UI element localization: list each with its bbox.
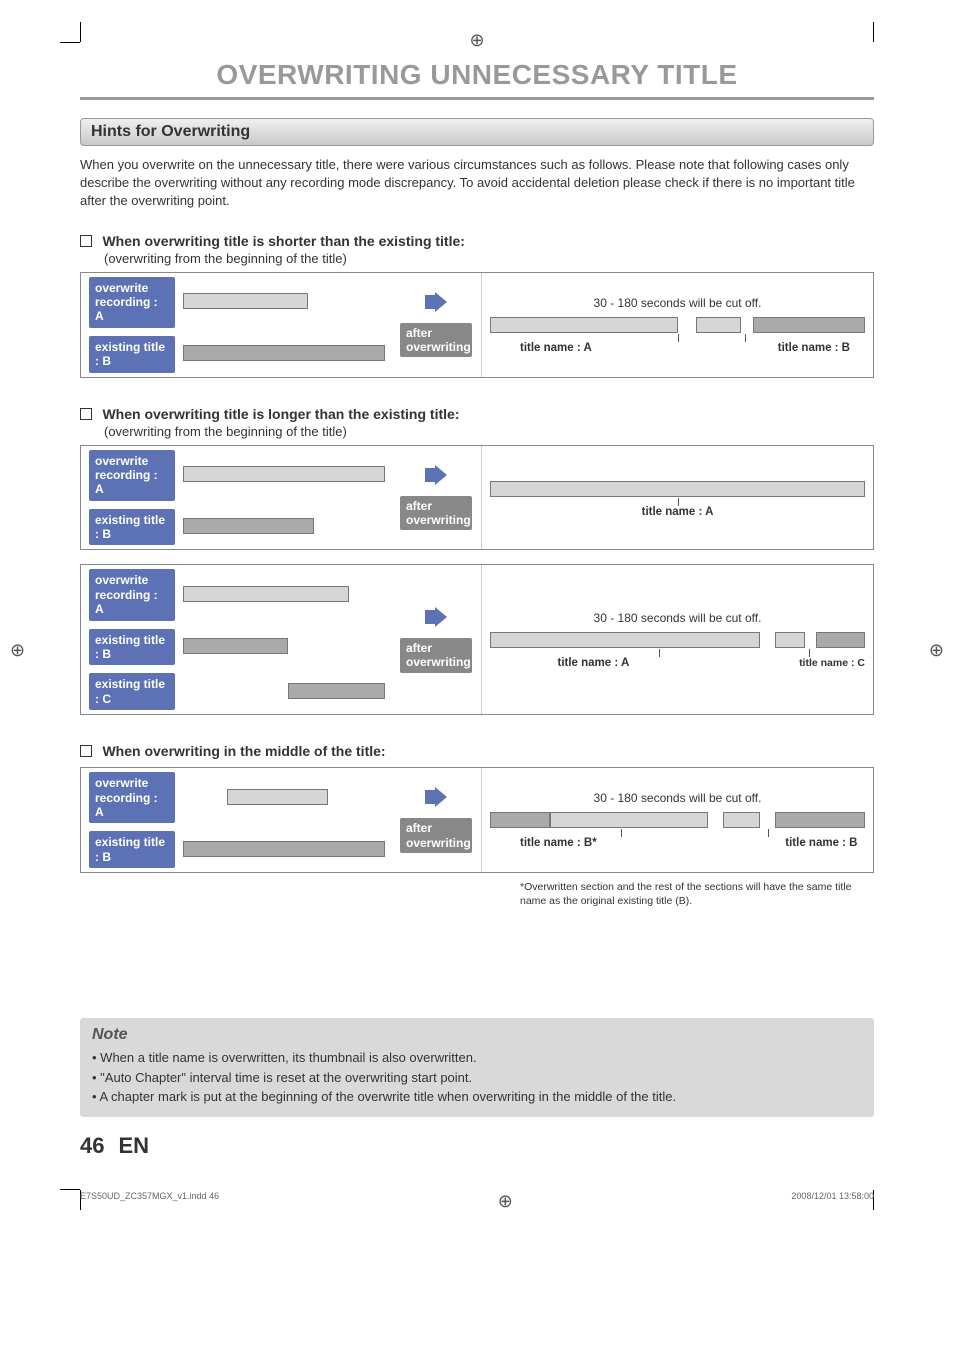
label-overwrite-a: overwrite recording : A bbox=[89, 450, 175, 501]
page-title: OVERWRITING UNNECESSARY TITLE bbox=[80, 59, 874, 100]
label-after-overwriting: after overwriting bbox=[400, 818, 472, 853]
note-item: When a title name is overwritten, its th… bbox=[92, 1048, 862, 1068]
diagram-longer-2: overwrite recording : A existing title :… bbox=[80, 564, 874, 715]
label-existing-b: existing title : B bbox=[89, 629, 175, 666]
registration-mark-icon: ⊕ bbox=[498, 1191, 513, 1212]
case-heading-shorter: When overwriting title is shorter than t… bbox=[80, 233, 874, 266]
arrow-right-icon bbox=[425, 292, 447, 317]
checkbox-icon bbox=[80, 408, 92, 420]
label-after-overwriting: after overwriting bbox=[400, 638, 472, 673]
section-heading: Hints for Overwriting bbox=[80, 118, 874, 146]
label-overwrite-a: overwrite recording : A bbox=[89, 277, 175, 328]
label-existing-b: existing title : B bbox=[89, 336, 175, 373]
case-heading-longer: When overwriting title is longer than th… bbox=[80, 406, 874, 439]
caption-title-a: title name : A bbox=[558, 657, 630, 669]
registration-mark-icon: ⊕ bbox=[80, 30, 874, 51]
note-title: Note bbox=[92, 1026, 862, 1044]
label-overwrite-a: overwrite recording : A bbox=[89, 772, 175, 823]
caption-title-b-star: title name : B* bbox=[520, 837, 597, 849]
page-number: 46EN bbox=[80, 1133, 874, 1159]
diagram-shorter: overwrite recording : A existing title :… bbox=[80, 272, 874, 378]
note-item: "Auto Chapter" interval time is reset at… bbox=[92, 1068, 862, 1088]
label-existing-c: existing title : C bbox=[89, 673, 175, 710]
diagram-longer-1: overwrite recording : A existing title :… bbox=[80, 445, 874, 551]
label-after-overwriting: after overwriting bbox=[400, 323, 472, 358]
arrow-right-icon bbox=[425, 787, 447, 812]
caption-title-c: title name : C bbox=[799, 657, 865, 669]
cutoff-text: 30 - 180 seconds will be cut off. bbox=[490, 791, 865, 805]
diagram-middle: overwrite recording : A existing title :… bbox=[80, 767, 874, 873]
caption-title-a: title name : A bbox=[642, 506, 714, 518]
cutoff-text: 30 - 180 seconds will be cut off. bbox=[490, 296, 865, 310]
note-box: Note When a title name is overwritten, i… bbox=[80, 1018, 874, 1117]
label-overwrite-a: overwrite recording : A bbox=[89, 569, 175, 620]
footer-file: E7S50UD_ZC357MGX_v1.indd 46 bbox=[80, 1191, 219, 1212]
caption-title-b: title name : B bbox=[785, 837, 857, 849]
footnote-text: *Overwritten section and the rest of the… bbox=[520, 881, 874, 908]
label-existing-b: existing title : B bbox=[89, 831, 175, 868]
cutoff-text: 30 - 180 seconds will be cut off. bbox=[490, 611, 865, 625]
arrow-right-icon bbox=[425, 465, 447, 490]
label-existing-b: existing title : B bbox=[89, 509, 175, 546]
checkbox-icon bbox=[80, 235, 92, 247]
checkbox-icon bbox=[80, 745, 92, 757]
label-after-overwriting: after overwriting bbox=[400, 496, 472, 531]
note-item: A chapter mark is put at the beginning o… bbox=[92, 1087, 862, 1107]
caption-title-b: title name : B bbox=[778, 342, 850, 354]
arrow-right-icon bbox=[425, 607, 447, 632]
footer-date: 2008/12/01 13:58:00 bbox=[791, 1191, 874, 1212]
intro-text: When you overwrite on the unnecessary ti… bbox=[80, 156, 874, 211]
caption-title-a: title name : A bbox=[520, 342, 592, 354]
case-heading-middle: When overwriting in the middle of the ti… bbox=[80, 743, 874, 761]
